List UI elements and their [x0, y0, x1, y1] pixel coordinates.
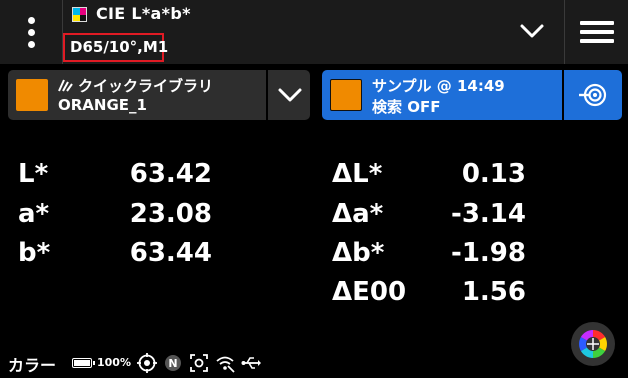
delta-e-label: ΔE00 — [332, 277, 407, 307]
delta-l-label: ΔL* — [332, 159, 383, 189]
chevron-down-icon[interactable] — [276, 83, 304, 107]
camera-focus-icon — [190, 354, 208, 372]
standard-panel[interactable]: クイックライブラリ ORANGE_1 — [8, 70, 310, 120]
chevron-down-icon[interactable] — [518, 19, 546, 43]
svg-text:N: N — [168, 357, 177, 370]
a-label: a* — [18, 199, 50, 229]
l-value: 63.42 — [129, 159, 212, 189]
sample-timestamp: サンプル @ 14:49 — [372, 77, 505, 95]
l-label: L* — [18, 159, 49, 189]
delta-b-value: -1.98 — [451, 238, 526, 268]
status-bar: カラー 100% N — [0, 346, 628, 378]
b-label: b* — [18, 238, 51, 268]
cmyk-square-icon — [72, 7, 87, 22]
sample-swatch — [330, 79, 362, 111]
delta-l-value: 0.13 — [461, 159, 526, 189]
n-badge-icon: N — [165, 355, 181, 371]
library-icon — [58, 79, 73, 92]
standard-swatch — [16, 79, 48, 111]
battery-level: 100% — [97, 356, 131, 369]
top-bar: CIE L*a*b* D65/10°,M1 — [0, 0, 628, 64]
sample-panel[interactable]: サンプル @ 14:49 検索 OFF — [322, 70, 622, 120]
search-status: 検索 OFF — [372, 98, 441, 116]
hamburger-menu-icon[interactable] — [565, 0, 628, 64]
more-vertical-icon[interactable] — [0, 0, 62, 64]
color-space-title: CIE L*a*b* — [96, 4, 191, 23]
standard-name: ORANGE_1 — [58, 96, 147, 114]
mode-label: カラー — [8, 356, 57, 375]
a-value: 23.08 — [129, 199, 212, 229]
usb-icon — [241, 357, 261, 369]
library-label: クイックライブラリ — [78, 77, 214, 95]
delta-b-label: Δb* — [332, 238, 385, 268]
target-icon — [137, 353, 157, 373]
color-wheel-button[interactable] — [571, 322, 615, 366]
b-value: 63.44 — [129, 238, 212, 268]
divider — [266, 70, 268, 120]
measure-button[interactable] — [564, 70, 622, 120]
wifi-off-icon — [216, 356, 235, 373]
delta-a-label: Δa* — [332, 199, 384, 229]
delta-e-value: 1.56 — [461, 277, 526, 307]
illuminant-label: D65/10°,M1 — [70, 38, 169, 56]
color-wheel-icon — [579, 330, 607, 358]
target-measure-icon — [579, 83, 607, 107]
delta-a-value: -3.14 — [451, 199, 526, 229]
battery-icon — [72, 358, 95, 368]
